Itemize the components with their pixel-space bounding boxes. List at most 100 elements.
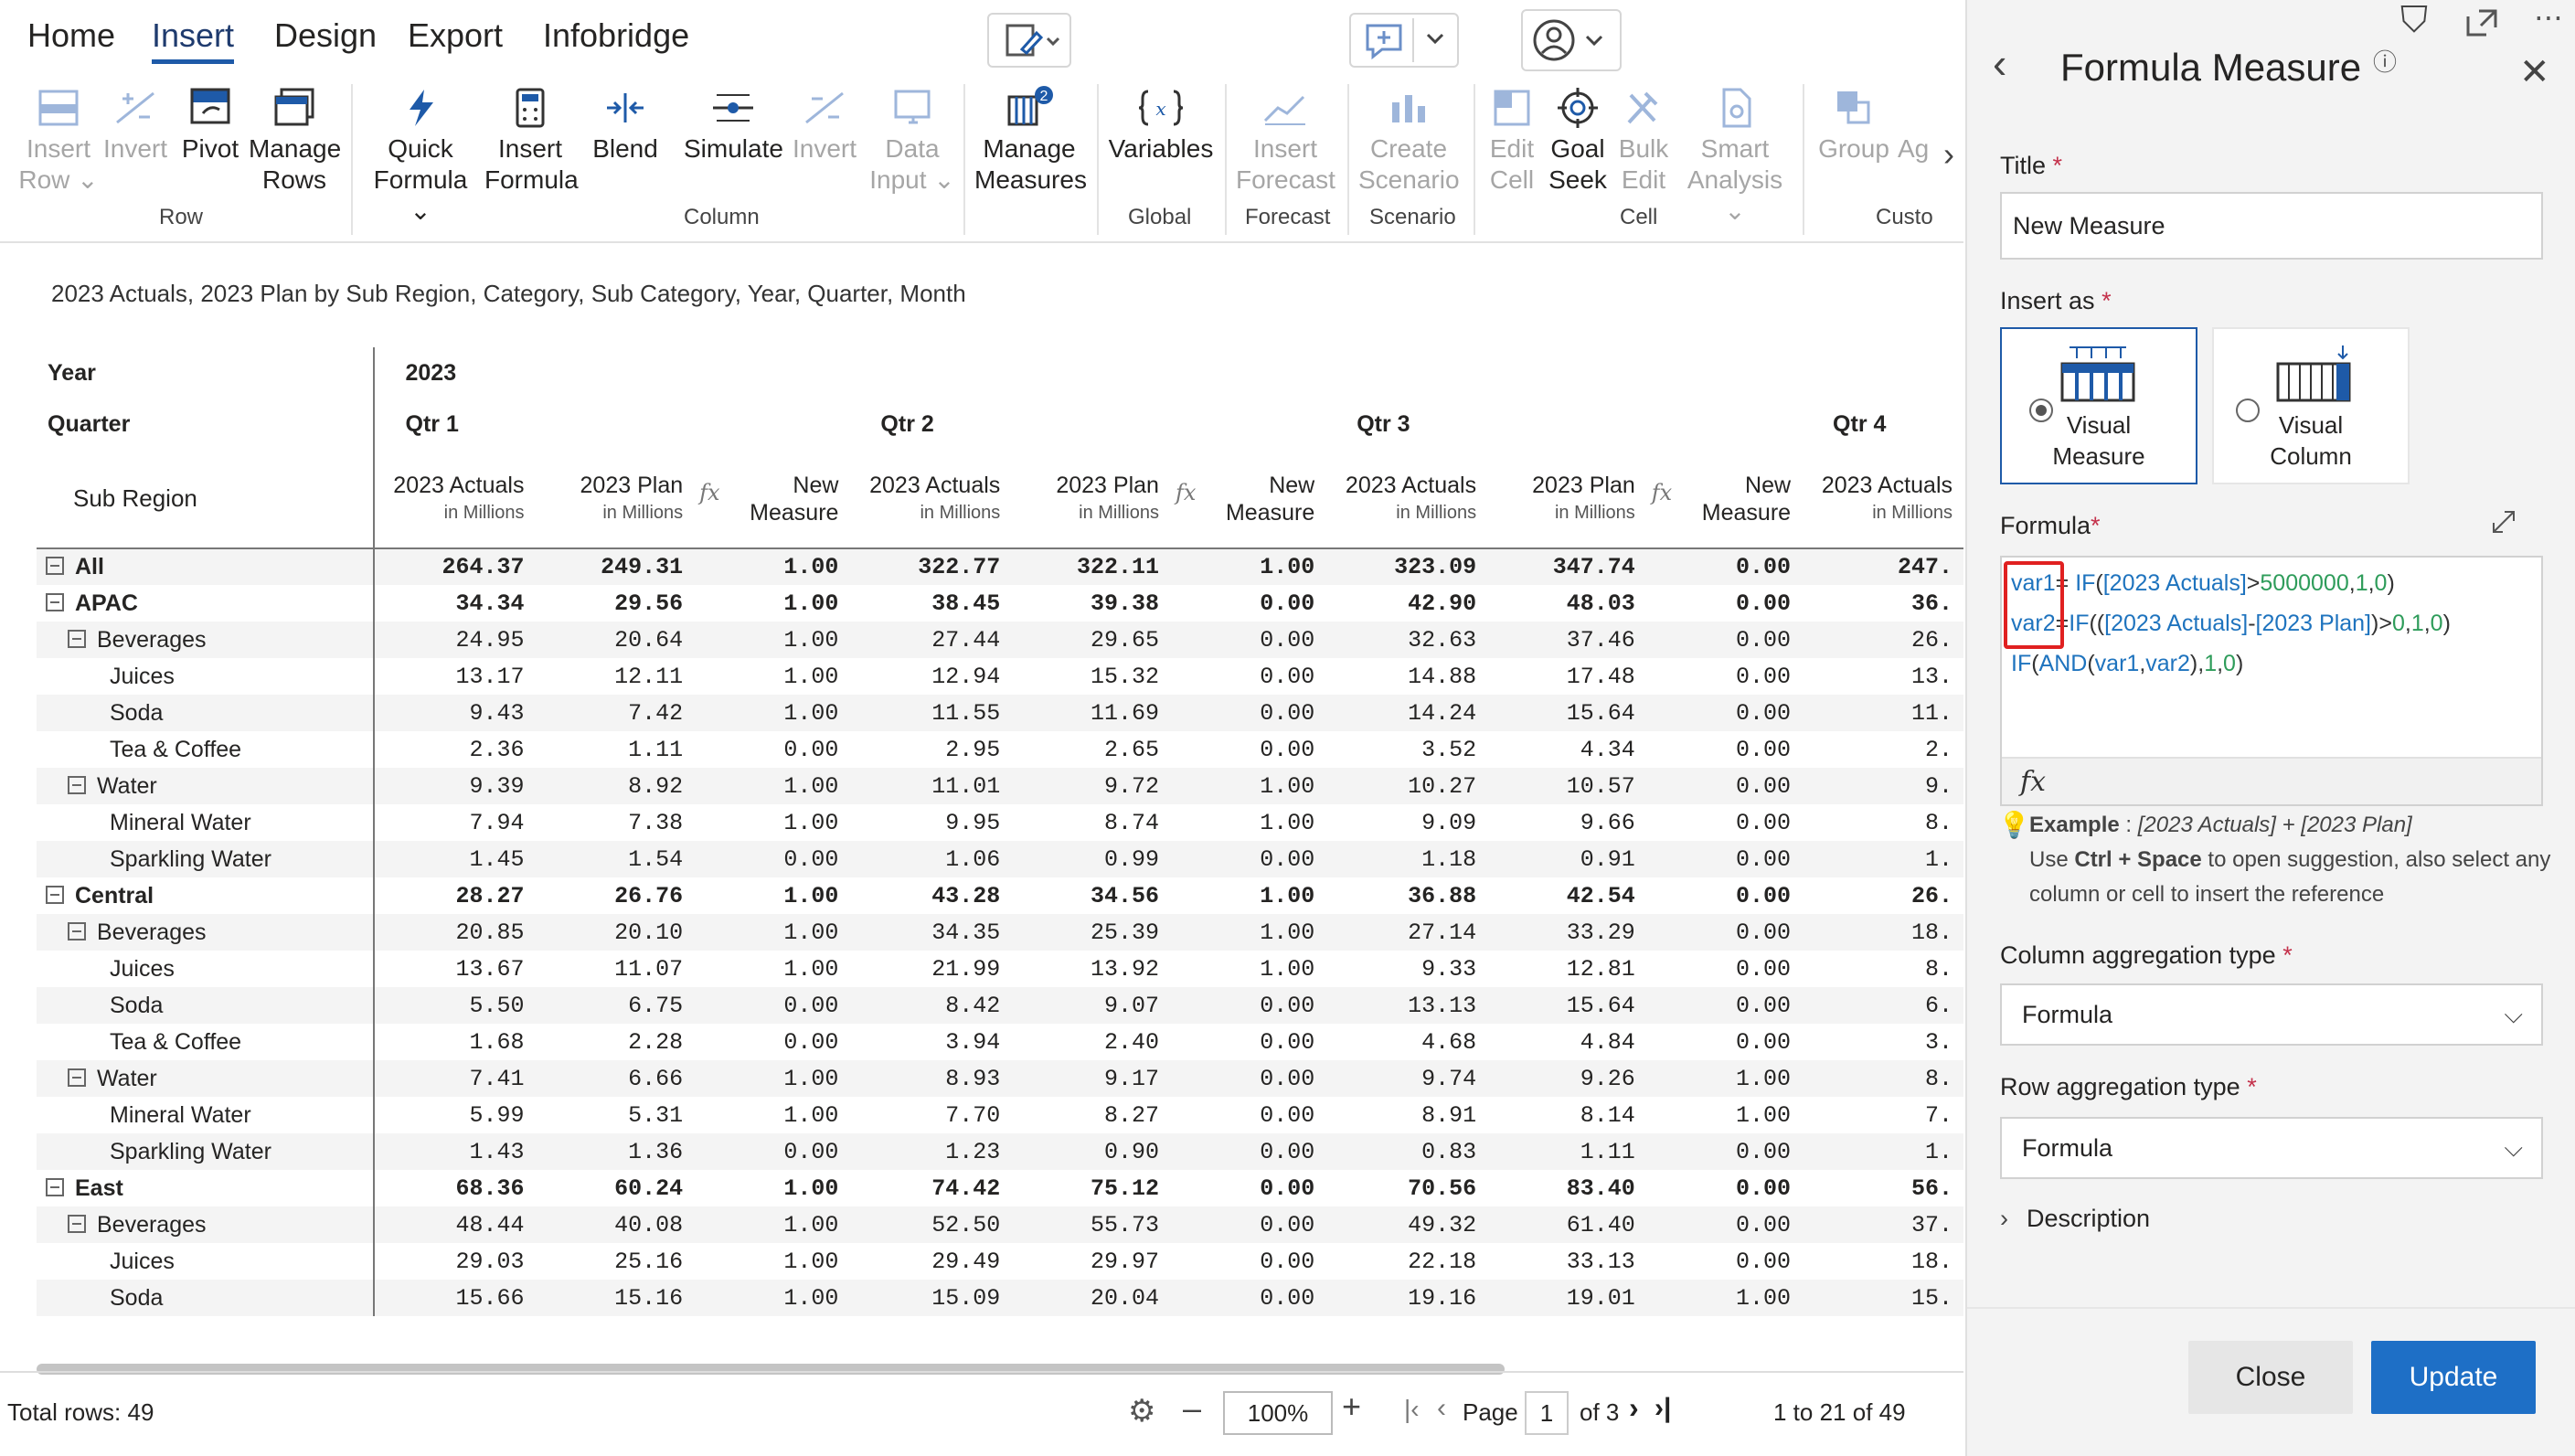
cell-value[interactable]: 1.00: [694, 804, 849, 841]
row-label[interactable]: APAC: [37, 585, 375, 622]
expand-icon[interactable]: [2464, 7, 2499, 38]
cell-value[interactable]: 1.: [1802, 841, 1963, 877]
row-label[interactable]: Water: [37, 768, 375, 804]
table-row[interactable]: Soda 5.50 6.75 0.00 8.42 9.07 0.00 13.13 15.64 0.…: [37, 987, 1963, 1024]
table-row[interactable]: Soda 15.66 15.16 1.00 15.09 20.04 0.00 19.16 19.…: [37, 1280, 1963, 1316]
column-header[interactable]: fx New Measure: [1169, 450, 1326, 549]
cell-value[interactable]: 26.: [1802, 877, 1963, 914]
cell-value[interactable]: 13.: [1802, 658, 1963, 695]
cell-value[interactable]: 1.00: [694, 1280, 850, 1316]
table-row[interactable]: Water 7.41 6.66 1.00 8.93 9.17 0.00 9.74 9.26 1.0…: [37, 1060, 1963, 1097]
cell-value[interactable]: 10.27: [1325, 768, 1488, 804]
row-label[interactable]: Beverages: [37, 914, 375, 951]
collapse-icon[interactable]: [46, 592, 64, 611]
table-row[interactable]: All 264.37 249.31 1.00 322.77 322.11 1.00 323.0…: [37, 548, 1963, 585]
expand-editor-icon[interactable]: [2490, 508, 2517, 536]
cell-value[interactable]: 0.00: [694, 1024, 849, 1060]
table-row[interactable]: Tea & Coffee 2.36 1.11 0.00 2.95 2.65 0.00 3.52…: [37, 731, 1963, 768]
cell-value[interactable]: 0.00: [1170, 1024, 1325, 1060]
table-row[interactable]: APAC 34.34 29.56 1.00 38.45 39.38 0.00 42.90 48.…: [37, 585, 1963, 622]
cell-value[interactable]: 3.94: [849, 1024, 1011, 1060]
goal-seek-button[interactable]: Goal Seek: [1547, 86, 1609, 196]
tab-design[interactable]: Design: [274, 16, 377, 55]
cell-value[interactable]: 37.46: [1487, 622, 1646, 658]
table-row[interactable]: Mineral Water 5.99 5.31 1.00 7.70 8.27 0.00 8.9…: [37, 1097, 1963, 1133]
formula-editor[interactable]: var1= IF([2023 Actuals]>5000000,1,0) var…: [2000, 556, 2543, 806]
cell-value[interactable]: 0.00: [1169, 1280, 1326, 1316]
info-icon[interactable]: ⓘ: [2373, 44, 2397, 78]
cell-value[interactable]: 11.69: [1011, 695, 1170, 731]
cell-value[interactable]: 264.37: [373, 548, 536, 585]
cell-value[interactable]: 8.42: [849, 987, 1012, 1024]
cell-value[interactable]: 5.50: [373, 987, 536, 1024]
cell-value[interactable]: 42.90: [1325, 585, 1487, 622]
cell-value[interactable]: 6.: [1802, 987, 1963, 1024]
cell-value[interactable]: 1.00: [694, 585, 849, 622]
table-row[interactable]: Beverages 24.95 20.64 1.00 27.44 29.65 0.00 32.…: [37, 622, 1963, 658]
cell-value[interactable]: 1.00: [1169, 548, 1326, 585]
cell-value[interactable]: 2.36: [374, 731, 536, 768]
cell-value[interactable]: 1.11: [535, 731, 694, 768]
cell-value[interactable]: 0.00: [1646, 1170, 1802, 1206]
cell-value[interactable]: 13.17: [374, 658, 536, 695]
pivot-button[interactable]: Pivot: [176, 86, 245, 165]
tab-infobridge[interactable]: Infobridge: [543, 16, 689, 55]
fx-icon[interactable]: fx: [2020, 766, 2046, 798]
cell-value[interactable]: 56.: [1802, 1170, 1963, 1206]
cell-value[interactable]: 55.73: [1011, 1206, 1170, 1243]
cell-value[interactable]: 25.39: [1011, 914, 1170, 951]
tab-insert[interactable]: Insert: [152, 16, 235, 64]
cell-value[interactable]: 0.91: [1487, 841, 1646, 877]
cell-value[interactable]: 1.00: [1170, 951, 1325, 987]
row-label[interactable]: Juices: [37, 658, 375, 695]
cell-value[interactable]: 1.00: [1645, 1060, 1803, 1097]
cell-value[interactable]: 9.66: [1487, 804, 1646, 841]
row-label[interactable]: Soda: [37, 695, 375, 731]
cell-value[interactable]: 15.64: [1487, 695, 1646, 731]
cell-value[interactable]: 2.65: [1011, 731, 1170, 768]
cell-value[interactable]: 0.90: [1011, 1133, 1170, 1170]
cell-value[interactable]: 0.00: [1646, 658, 1802, 695]
insert-row-button[interactable]: Insert Row ⌄: [18, 86, 99, 196]
cell-value[interactable]: 9.26: [1487, 1060, 1646, 1097]
cell-value[interactable]: 9.74: [1325, 1060, 1488, 1097]
cell-value[interactable]: 48.03: [1487, 585, 1646, 622]
cell-value[interactable]: 48.44: [373, 1206, 536, 1243]
cell-value[interactable]: 36.88: [1325, 877, 1487, 914]
cell-value[interactable]: 42.54: [1487, 877, 1646, 914]
cell-value[interactable]: 9.17: [1011, 1060, 1170, 1097]
zoom-input[interactable]: 100%: [1223, 1391, 1333, 1435]
cell-value[interactable]: 15.32: [1011, 658, 1170, 695]
cell-value[interactable]: 14.24: [1325, 695, 1488, 731]
cell-value[interactable]: 8.: [1802, 951, 1963, 987]
cell-value[interactable]: 14.88: [1325, 658, 1487, 695]
ribbon-scroll-right-icon[interactable]: ›: [1934, 135, 1963, 181]
table-row[interactable]: East 68.36 60.24 1.00 74.42 75.12 0.00 70.56 83.…: [37, 1170, 1963, 1206]
cell-value[interactable]: 1.00: [1170, 877, 1325, 914]
cell-value[interactable]: 75.12: [1011, 1170, 1170, 1206]
cell-value[interactable]: 0.00: [1646, 1024, 1802, 1060]
cell-value[interactable]: 0.00: [1169, 1133, 1326, 1170]
cell-value[interactable]: 38.45: [849, 585, 1011, 622]
cell-value[interactable]: 2.: [1802, 731, 1963, 768]
cell-value[interactable]: 49.32: [1325, 1206, 1488, 1243]
insert-formula-button[interactable]: Insert Formula: [484, 86, 579, 196]
cell-value[interactable]: 9.07: [1011, 987, 1170, 1024]
cell-value[interactable]: 60.24: [535, 1170, 694, 1206]
cell-value[interactable]: 3.: [1802, 1024, 1963, 1060]
cell-value[interactable]: 1.36: [535, 1133, 695, 1170]
cell-value[interactable]: 1.00: [694, 548, 850, 585]
visual-measure-radio[interactable]: [2029, 399, 2053, 422]
row-label[interactable]: Beverages: [37, 622, 375, 658]
cell-value[interactable]: 9.72: [1011, 768, 1170, 804]
cell-value[interactable]: 0.00: [1170, 731, 1325, 768]
cell-value[interactable]: 0.00: [694, 1133, 850, 1170]
cell-value[interactable]: 1.00: [694, 1097, 849, 1133]
close-icon[interactable]: ✕: [2519, 51, 2550, 93]
cell-value[interactable]: 13.67: [374, 951, 536, 987]
collapse-icon[interactable]: [68, 629, 86, 648]
cell-value[interactable]: 8.: [1802, 1060, 1963, 1097]
cell-value[interactable]: 13.13: [1325, 987, 1488, 1024]
cell-value[interactable]: 12.11: [535, 658, 694, 695]
cell-value[interactable]: 1.45: [373, 841, 536, 877]
